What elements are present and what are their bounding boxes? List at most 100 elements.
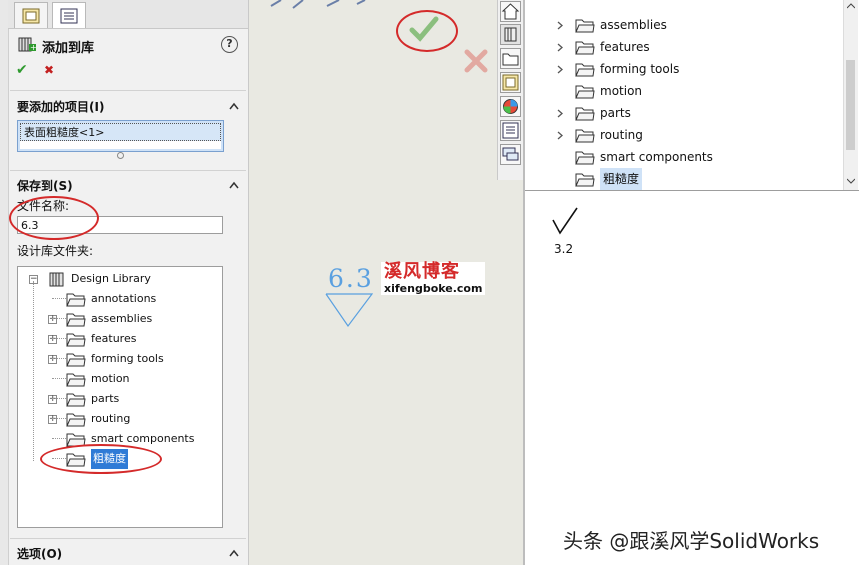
tree-item[interactable]: + features <box>48 329 218 349</box>
library-folder-label: assemblies <box>600 18 667 32</box>
chevron-right-icon[interactable] <box>557 21 564 30</box>
property-list-icon <box>502 122 519 139</box>
resize-handle[interactable] <box>117 152 124 159</box>
tree-item[interactable]: + assemblies <box>48 309 218 329</box>
svg-text:+: + <box>30 43 37 52</box>
property-manager: + 添加到库 ? ✔ ✖ 要添加的项目(I) 表面粗糙度<1> 保存到(S) 文… <box>0 0 249 565</box>
confirm-cancel-icon[interactable] <box>463 48 489 74</box>
folder-icon <box>575 129 595 143</box>
tree-item[interactable]: motion <box>48 369 218 389</box>
task-pane-tabs <box>497 0 524 180</box>
preview-label: 3.2 <box>554 242 574 256</box>
tree-item[interactable]: + forming tools <box>48 349 218 369</box>
tab-configuration[interactable] <box>14 2 48 28</box>
folder-icon <box>575 151 595 165</box>
tree-guide <box>52 398 66 399</box>
forming-tool-icon <box>575 63 595 77</box>
tree-root[interactable]: − Design Library <box>26 269 216 289</box>
folder-icon <box>575 173 595 187</box>
scroll-thumb[interactable] <box>846 60 855 150</box>
cancel-button[interactable]: ✖ <box>44 63 54 77</box>
library-folder-item[interactable]: motion <box>555 80 835 102</box>
manager-tab-bar <box>8 0 248 29</box>
divider <box>10 538 246 539</box>
library-folder-item[interactable]: parts <box>555 102 835 124</box>
home-tab[interactable] <box>500 1 521 22</box>
ok-button[interactable]: ✔ <box>16 62 28 78</box>
library-folder-label: parts <box>600 106 631 120</box>
expand-icon[interactable]: + <box>48 415 57 424</box>
items-section-title: 要添加的项目(I) <box>17 100 105 114</box>
highlight-ellipse <box>396 10 458 52</box>
tree-item-label: routing <box>91 412 131 425</box>
library-folder-label: smart components <box>600 150 713 164</box>
folder-icon <box>575 85 595 99</box>
library-folder-item[interactable]: smart components <box>555 146 835 168</box>
tree-guide <box>52 338 66 339</box>
highlight-ellipse <box>40 444 162 474</box>
help-icon[interactable]: ? <box>221 36 238 53</box>
chevron-right-icon[interactable] <box>557 109 564 118</box>
watermark-title: 溪风博客 <box>384 261 460 282</box>
tree-guide <box>33 281 34 461</box>
home-icon <box>501 3 520 20</box>
custom-properties-tab[interactable] <box>500 120 521 141</box>
library-folder-item[interactable]: routing <box>555 124 835 146</box>
tree-guide <box>52 318 66 319</box>
items-listbox[interactable]: 表面粗糙度<1> <box>17 120 224 152</box>
library-folder-item[interactable]: forming tools <box>555 58 835 80</box>
view-palette-icon <box>502 74 519 91</box>
tree-item-label: motion <box>91 372 130 385</box>
forum-tab[interactable] <box>500 144 521 165</box>
folder-icon <box>66 353 86 367</box>
folder-icon <box>66 293 86 307</box>
item-surface-finish[interactable]: 表面粗糙度<1> <box>20 123 221 141</box>
vertical-scrollbar[interactable] <box>843 0 858 190</box>
library-icon <box>49 272 64 287</box>
tree-item[interactable]: + parts <box>48 389 218 409</box>
pm-title: 添加到库 <box>42 41 95 56</box>
collapse-items-icon[interactable] <box>229 101 239 111</box>
library-folder-item[interactable]: 粗糙度 <box>555 168 835 190</box>
file-explorer-tab[interactable] <box>500 48 521 69</box>
collapse-save-icon[interactable] <box>229 180 239 190</box>
tree-item[interactable]: + routing <box>48 409 218 429</box>
expand-icon[interactable]: + <box>48 315 57 324</box>
appearances-tab[interactable] <box>500 96 521 117</box>
library-folder-label: 粗糙度 <box>600 168 643 190</box>
library-folder-label: routing <box>600 128 643 142</box>
design-library-tree[interactable]: − Design Library annotations + assemblies +… <box>17 266 223 528</box>
tree-item-label: annotations <box>91 292 157 305</box>
folder-icon <box>502 53 519 66</box>
tab-property-manager[interactable] <box>52 2 86 28</box>
divider <box>10 90 246 91</box>
graphics-area[interactable]: 6.3 溪风博客 xifengboke.com <box>249 0 523 565</box>
surface-finish-value[interactable]: 6.3 <box>328 264 374 293</box>
tree-guide <box>52 418 66 419</box>
library-folder-label: motion <box>600 84 643 98</box>
surface-finish-symbol[interactable] <box>325 292 373 328</box>
options-section-title: 选项(O) <box>17 547 63 561</box>
scroll-up-icon[interactable] <box>847 3 855 9</box>
design-library-tab[interactable] <box>500 24 521 45</box>
heads-up-toolbar[interactable] <box>267 0 377 10</box>
expand-icon[interactable]: + <box>48 355 57 364</box>
chevron-right-icon[interactable] <box>557 131 564 140</box>
collapse-options-icon[interactable] <box>229 548 239 558</box>
design-library-panel: assemblies features forming tools motion par… <box>523 0 859 565</box>
surface-finish-preview-icon[interactable] <box>551 206 581 236</box>
divider <box>10 170 246 171</box>
folder-icon <box>575 41 595 55</box>
library-folder-item[interactable]: features <box>555 36 835 58</box>
expand-icon[interactable]: + <box>48 335 57 344</box>
scroll-down-icon[interactable] <box>847 178 855 184</box>
tree-item[interactable]: annotations <box>48 289 218 309</box>
library-folder-item[interactable]: assemblies <box>555 14 835 36</box>
view-palette-tab[interactable] <box>500 72 521 93</box>
chevron-right-icon[interactable] <box>557 43 564 52</box>
chevron-right-icon[interactable] <box>557 65 564 74</box>
library-icon <box>504 27 517 42</box>
blog-watermark: 溪风博客 xifengboke.com <box>381 261 486 295</box>
folder-label: 设计库文件夹: <box>17 244 94 258</box>
expand-icon[interactable]: + <box>48 395 57 404</box>
